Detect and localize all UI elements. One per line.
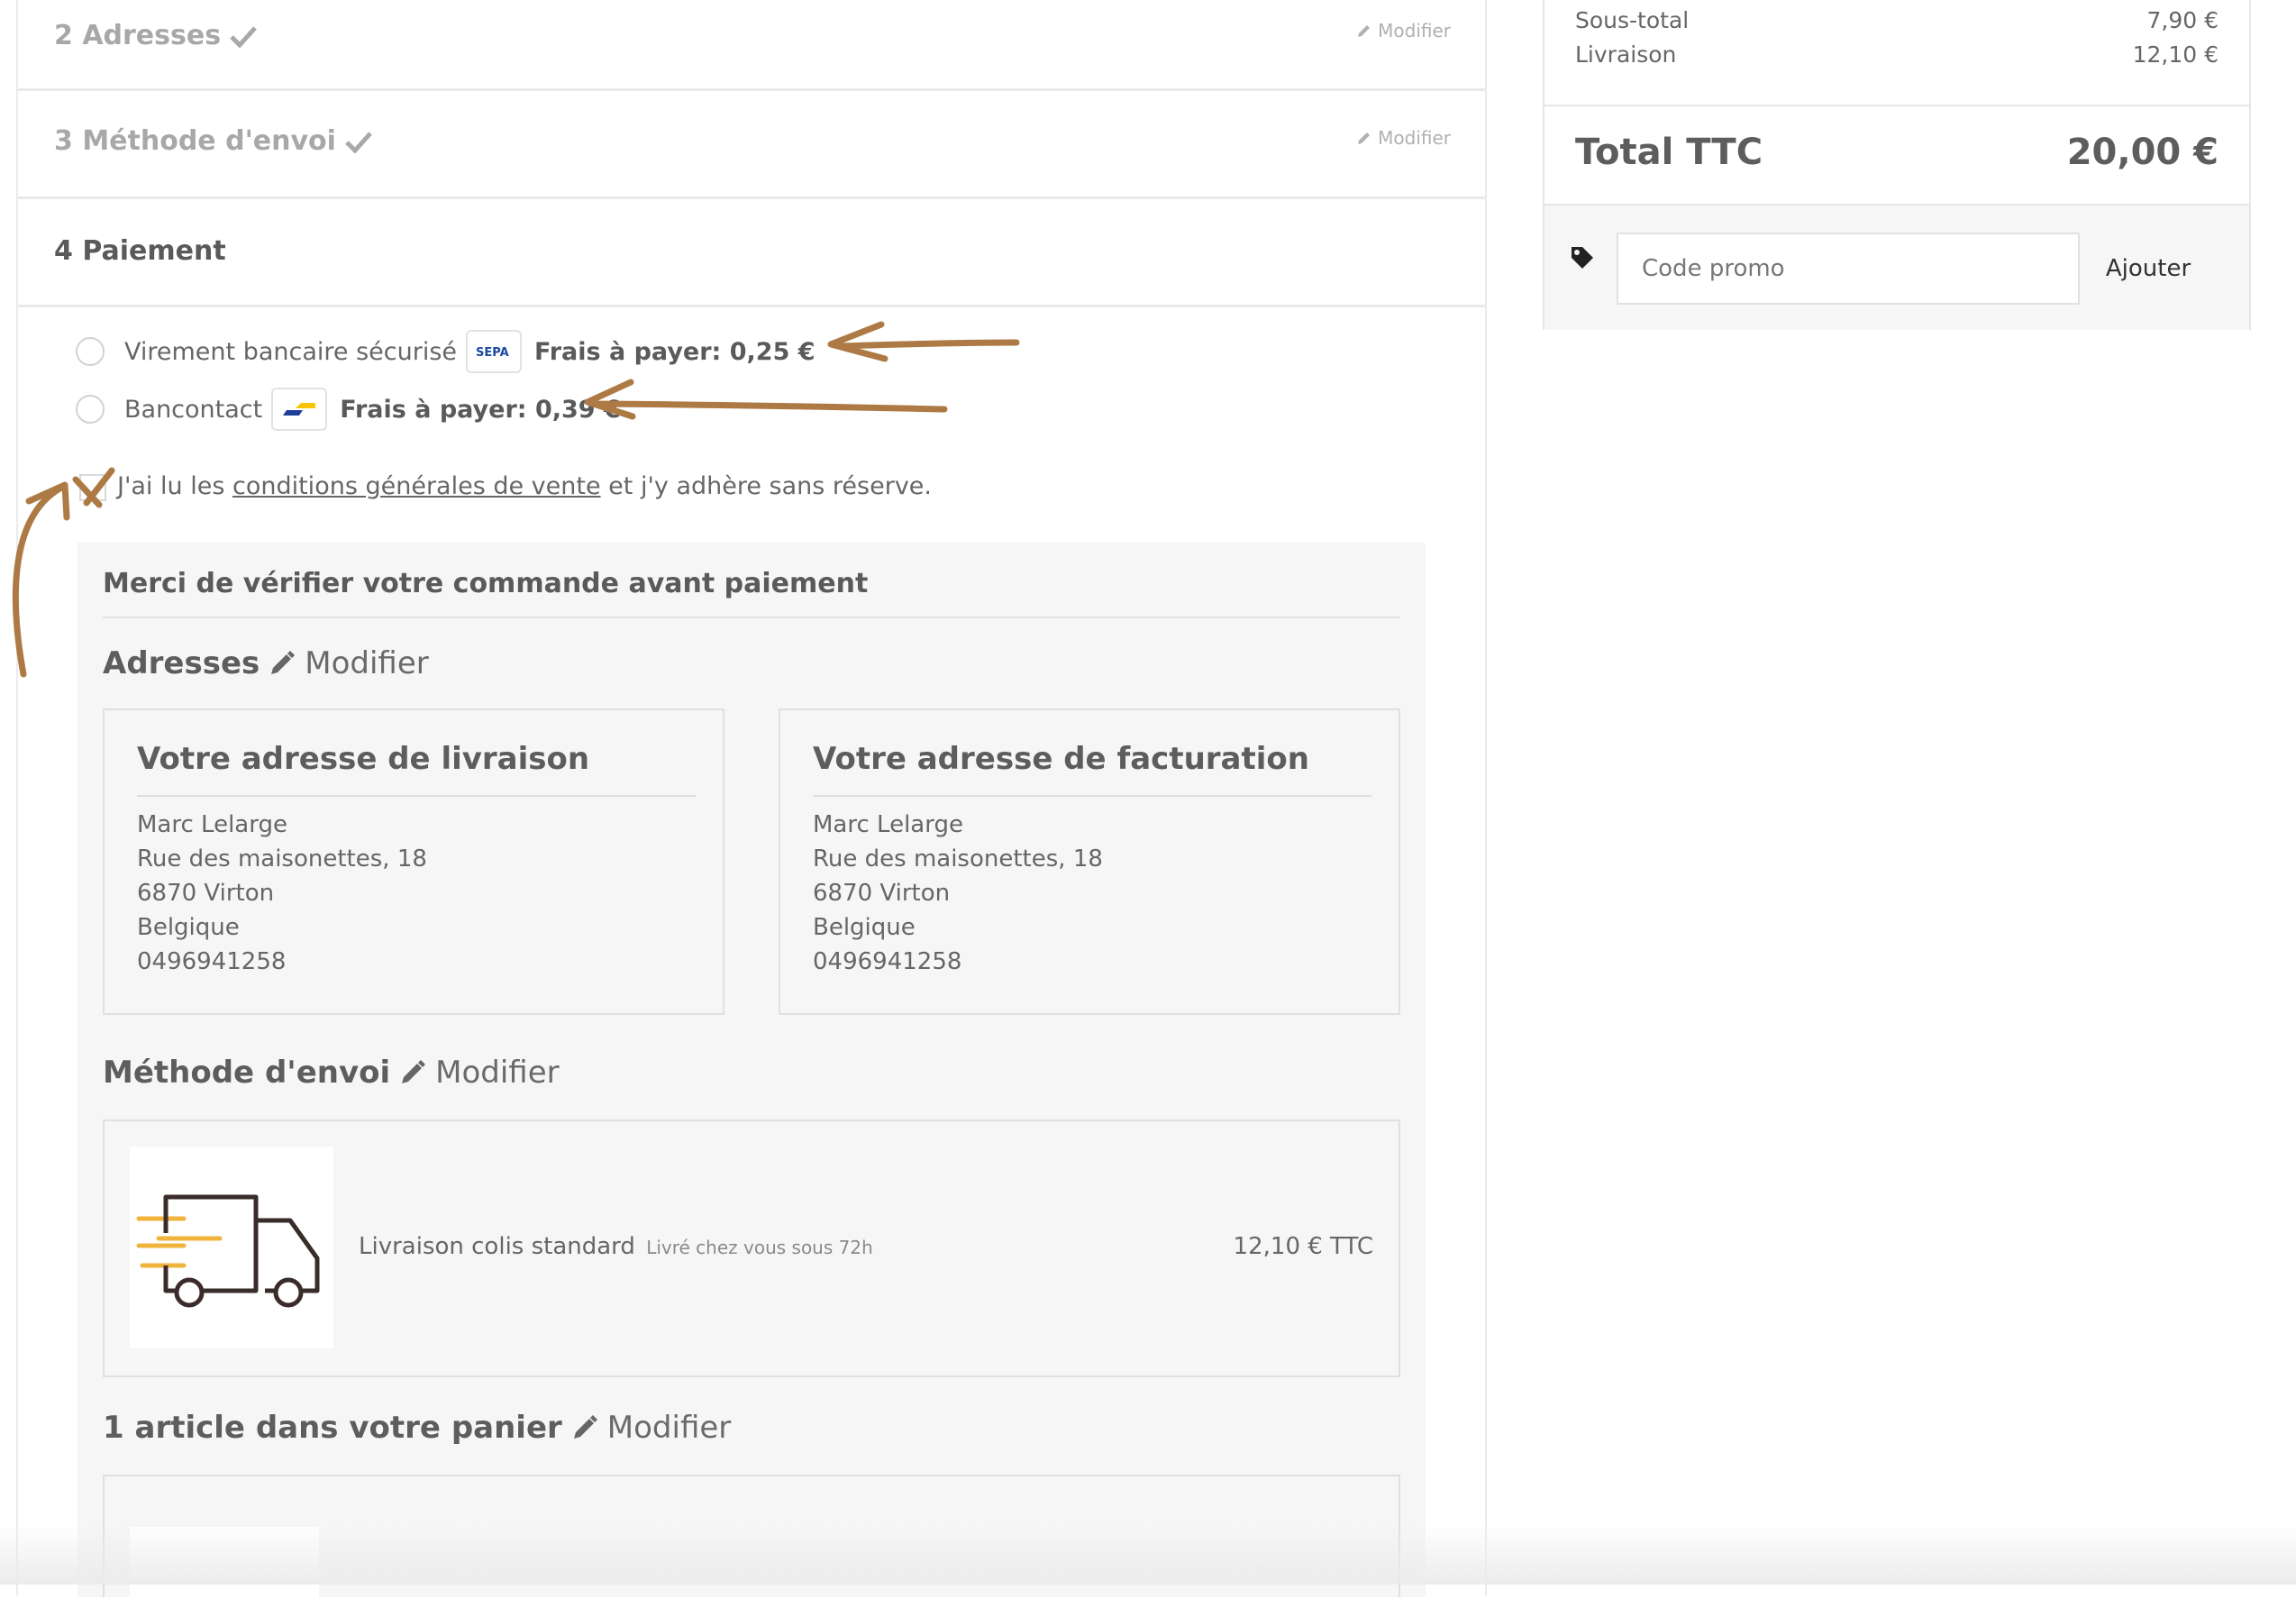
carrier-name-label: Livraison colis standard <box>359 1233 635 1260</box>
review-addresses-title: Adresses <box>103 645 260 681</box>
review-title: Merci de vérifier votre commande avant p… <box>103 568 869 599</box>
cart-item-card <box>103 1475 1400 1599</box>
shipping-row: Livraison 12,10 € <box>1575 41 2219 68</box>
shipping-label: Livraison <box>1575 41 1677 68</box>
terms-text-after: et j'y adhère sans réserve. <box>600 472 932 500</box>
step-payment: 4 Paiement <box>16 199 1487 307</box>
review-shipping-title: Méthode d'envoi <box>103 1055 391 1091</box>
edit-addresses-link[interactable]: Modifier <box>1356 20 1451 41</box>
billing-address-card: Votre adresse de facturation Marc Lelarg… <box>779 708 1400 1015</box>
divider <box>813 795 1371 797</box>
billing-country: Belgique <box>813 914 916 941</box>
carrier-delay: Livré chez vous sous 72h <box>646 1237 873 1258</box>
promo-code-input[interactable] <box>1617 233 2080 305</box>
review-addresses-heading: Adresses Modifier <box>103 645 429 681</box>
total-row: Total TTC 20,00 € <box>1575 132 2219 173</box>
delivery-name: Marc Lelarge <box>137 811 287 838</box>
pencil-icon <box>1358 132 1371 144</box>
step-shipping-label: 3 Méthode d'envoi <box>54 125 336 157</box>
delivery-city: 6870 Virton <box>137 880 275 907</box>
billing-name: Marc Lelarge <box>813 811 963 838</box>
carrier-price: 12,10 € TTC <box>1233 1233 1373 1260</box>
payment-option-sepa[interactable]: Virement bancaire sécurisé SEPA Frais à … <box>76 330 815 373</box>
step-payment-title: 4 Paiement <box>54 235 226 267</box>
delivery-truck-icon <box>136 1194 320 1308</box>
review-addresses-edit-label: Modifier <box>305 645 429 681</box>
truck-image <box>130 1147 333 1348</box>
edit-addresses-label: Modifier <box>1378 20 1451 41</box>
terms-checkbox[interactable] <box>79 474 106 501</box>
step-payment-label: 4 Paiement <box>54 235 226 267</box>
bancontact-logo-icon <box>271 388 328 431</box>
review-cart-edit[interactable]: Modifier <box>571 1410 731 1446</box>
review-cart-title: 1 article dans votre panier <box>103 1410 562 1446</box>
radio-sepa[interactable] <box>76 337 105 366</box>
total-label: Total TTC <box>1575 132 1763 173</box>
terms-label: J'ai lu les conditions générales de vent… <box>117 472 932 500</box>
billing-phone: 0496941258 <box>813 948 962 975</box>
tag-icon <box>1572 247 1593 269</box>
step-shipping: 3 Méthode d'envoi Modifier <box>16 91 1487 199</box>
payment-fee: Frais à payer: 0,39 € <box>340 395 621 424</box>
delivery-street: Rue des maisonettes, 18 <box>137 845 427 873</box>
check-icon <box>230 25 257 48</box>
order-summary: Sous-total 7,90 € Livraison 12,10 € Tota… <box>1543 0 2251 330</box>
product-image <box>130 1527 319 1599</box>
review-cart-edit-label: Modifier <box>606 1410 732 1446</box>
subtotal-label: Sous-total <box>1575 7 1690 33</box>
review-divider <box>103 617 1400 618</box>
step-shipping-title[interactable]: 3 Méthode d'envoi <box>54 125 372 157</box>
payment-option-bancontact[interactable]: Bancontact Frais à payer: 0,39 € <box>76 388 621 431</box>
sepa-logo-icon: SEPA <box>466 330 522 373</box>
radio-bancontact[interactable] <box>76 395 105 424</box>
promo-section: Ajouter <box>1544 206 2249 330</box>
add-promo-button[interactable]: Ajouter <box>2085 233 2211 305</box>
delivery-address-title: Votre adresse de livraison <box>137 741 590 777</box>
edit-shipping-label: Modifier <box>1378 127 1451 149</box>
shipping-value: 12,10 € <box>2132 41 2219 68</box>
carrier-name: Livraison colis standard Livré chez vous… <box>359 1233 873 1260</box>
review-shipping-edit-label: Modifier <box>435 1055 560 1091</box>
check-icon <box>345 131 372 153</box>
terms-link[interactable]: conditions générales de vente <box>232 472 601 500</box>
pencil-icon <box>402 1060 426 1083</box>
review-addresses-edit[interactable]: Modifier <box>269 645 429 681</box>
pencil-icon <box>271 651 296 674</box>
billing-street: Rue des maisonettes, 18 <box>813 845 1103 873</box>
pencil-icon <box>573 1415 597 1439</box>
step-addresses: 2 Adresses Modifier <box>16 0 1487 91</box>
review-shipping-edit[interactable]: Modifier <box>399 1055 560 1091</box>
step-addresses-title[interactable]: 2 Adresses <box>54 20 257 51</box>
review-shipping-heading: Méthode d'envoi Modifier <box>103 1055 560 1091</box>
sepa-logo-text: SEPA <box>476 346 509 359</box>
payment-option-label: Virement bancaire sécurisé <box>124 337 457 366</box>
delivery-phone: 0496941258 <box>137 948 287 975</box>
payment-fee: Frais à payer: 0,25 € <box>534 337 815 366</box>
divider <box>1544 105 2249 106</box>
divider <box>137 795 696 797</box>
subtotal-row: Sous-total 7,90 € <box>1575 7 2219 33</box>
pencil-icon <box>1358 25 1371 37</box>
edit-shipping-link[interactable]: Modifier <box>1356 127 1451 149</box>
billing-address-title: Votre adresse de facturation <box>813 741 1309 777</box>
review-cart-heading: 1 article dans votre panier Modifier <box>103 1410 731 1446</box>
delivery-country: Belgique <box>137 914 240 941</box>
delivery-address-card: Votre adresse de livraison Marc Lelarge … <box>103 708 724 1015</box>
payment-option-label: Bancontact <box>124 395 263 424</box>
step-addresses-label: 2 Adresses <box>54 20 222 51</box>
order-review-panel: Merci de vérifier votre commande avant p… <box>77 543 1426 1599</box>
billing-city: 6870 Virton <box>813 880 951 907</box>
carrier-card: Livraison colis standard Livré chez vous… <box>103 1119 1400 1377</box>
subtotal-value: 7,90 € <box>2146 7 2219 33</box>
terms-text-before: J'ai lu les <box>117 472 232 500</box>
total-value: 20,00 € <box>2066 132 2219 173</box>
